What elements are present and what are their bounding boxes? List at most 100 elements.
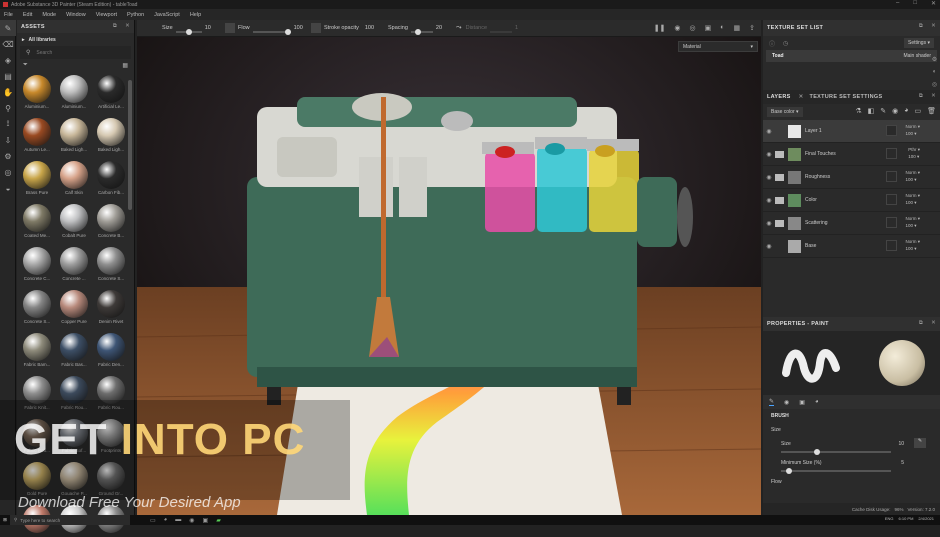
bake-icon[interactable]: ⇩: [0, 132, 16, 148]
share-icon[interactable]: ⇪: [749, 24, 755, 32]
add-smart-material-icon[interactable]: ◕: [904, 107, 908, 115]
start-icon[interactable]: ⊞: [0, 517, 10, 523]
asset-tile[interactable]: Fabric Den...: [94, 333, 128, 367]
visibility-eye-icon[interactable]: ◉: [763, 220, 775, 227]
view-mode-icon[interactable]: ▦: [734, 24, 741, 32]
dock-shader-icon[interactable]: ◎: [932, 81, 937, 88]
pen-pressure-icon[interactable]: ✎: [914, 438, 926, 448]
camera-icon[interactable]: ◉: [674, 24, 680, 32]
asset-tile[interactable]: Baked Ligh...: [57, 118, 91, 152]
blend-mode[interactable]: Norm ▾ 100 ▾: [905, 192, 920, 206]
projection-icon[interactable]: ◈: [0, 52, 16, 68]
menu-help[interactable]: Help: [190, 12, 201, 18]
panel-close-icon[interactable]: ✕: [931, 23, 936, 30]
eraser-icon[interactable]: ⌫: [0, 36, 16, 52]
menu-mode[interactable]: Mode: [42, 12, 56, 18]
viewport-mode-select[interactable]: Material ▾: [678, 41, 758, 52]
menu-python[interactable]: Python: [127, 12, 144, 18]
asset-tile[interactable]: Carbon Fib...: [94, 161, 128, 195]
particles-tab-icon[interactable]: ◕: [815, 399, 819, 405]
chrome-icon[interactable]: ◉: [189, 517, 194, 524]
library-scope[interactable]: ▸ All libraries: [17, 33, 134, 46]
layer-mask-slot[interactable]: [886, 240, 897, 251]
asset-tile[interactable]: Concrete S...: [20, 290, 54, 324]
display-icon[interactable]: ◎: [0, 164, 16, 180]
layer-row[interactable]: ◉ Base Norm ▾ 100 ▾: [763, 235, 940, 258]
menu-javascript[interactable]: JavaScript: [154, 12, 180, 18]
close-button[interactable]: ✕: [931, 0, 936, 7]
dock-settings-icon[interactable]: ⚙: [932, 56, 937, 63]
iray-icon[interactable]: ◎: [690, 24, 696, 32]
blend-mode[interactable]: Norm ▾ 100 ▾: [905, 215, 920, 229]
texture-set-row[interactable]: Toad Main shader: [766, 50, 937, 62]
distance-slider[interactable]: [490, 31, 513, 33]
panel-pop-out-icon[interactable]: ⧉: [919, 23, 923, 30]
dock-display-icon[interactable]: ◐: [933, 69, 937, 75]
asset-tile[interactable]: Aluminium...: [57, 75, 91, 109]
opacity-value[interactable]: 100: [908, 154, 916, 159]
taskbar-search[interactable]: ⚲ Type here to search: [10, 515, 130, 525]
blend-mode[interactable]: Norm ▾ 100 ▾: [905, 123, 920, 137]
opacity-value[interactable]: 100: [905, 200, 913, 205]
pressure-toggle-icon[interactable]: [225, 23, 235, 33]
layer-row[interactable]: ◉ Roughness Norm ▾ 100 ▾: [763, 166, 940, 189]
asset-tile[interactable]: Autumn Le...: [20, 118, 54, 152]
layer-name[interactable]: Scattering: [805, 220, 828, 226]
opacity-value[interactable]: 100: [905, 131, 913, 136]
clock-date[interactable]: 2/4/2021: [918, 516, 934, 521]
material-tab-icon[interactable]: ◉: [784, 399, 789, 406]
history-icon[interactable]: ◷: [783, 40, 788, 47]
substance-painter-taskbar-icon[interactable]: ▰: [216, 517, 221, 524]
pressure-toggle-icon[interactable]: [311, 23, 321, 33]
lazy-mouse-icon[interactable]: ⤳: [456, 24, 462, 32]
blend-mode[interactable]: Pthr ▾ 100 ▾: [908, 146, 920, 160]
asset-tile[interactable]: Coated Me...: [20, 204, 54, 238]
smudge-icon[interactable]: ✋: [0, 84, 16, 100]
asset-tile[interactable]: Cobalt Pure: [57, 204, 91, 238]
layer-name[interactable]: Layer 1: [805, 128, 822, 134]
language-indicator[interactable]: ENG: [885, 516, 894, 521]
display-settings-icon[interactable]: ◐: [720, 24, 724, 32]
menu-window[interactable]: Window: [66, 12, 86, 18]
visibility-eye-icon[interactable]: ◉: [763, 128, 775, 135]
task-view-icon[interactable]: ▭: [150, 517, 156, 524]
visibility-eye-icon[interactable]: ◉: [763, 197, 775, 204]
maximize-button[interactable]: □: [913, 0, 917, 7]
asset-tile[interactable]: Aluminium...: [20, 75, 54, 109]
layer-name[interactable]: Base: [805, 243, 816, 249]
layer-mask-slot[interactable]: [886, 217, 897, 228]
opacity-value[interactable]: 100: [905, 177, 913, 182]
edge-icon[interactable]: ◕: [164, 517, 168, 524]
menu-edit[interactable]: Edit: [23, 12, 32, 18]
brush-stroke-preview[interactable]: [778, 338, 848, 388]
shader-icon[interactable]: ◒: [0, 180, 16, 196]
assets-scrollbar[interactable]: [128, 80, 132, 210]
layer-row[interactable]: ◉ Scattering Norm ▾ 100 ▾: [763, 212, 940, 235]
add-fill-layer-icon[interactable]: ◉: [892, 107, 898, 115]
tab-close-icon[interactable]: ✕: [799, 94, 804, 100]
panel-close-icon[interactable]: ✕: [125, 23, 130, 30]
panel-pop-out-icon[interactable]: ⧉: [113, 23, 117, 30]
material-preview-sphere[interactable]: [878, 340, 925, 386]
visibility-eye-icon[interactable]: ◉: [763, 151, 775, 158]
layer-mask-slot[interactable]: [886, 148, 897, 159]
material-picker-icon[interactable]: ⟟: [0, 116, 16, 132]
blend-mode[interactable]: Norm ▾ 100 ▾: [905, 169, 920, 183]
asset-tile[interactable]: Copper Pure: [57, 290, 91, 324]
add-effect-icon[interactable]: ⚗: [855, 107, 861, 115]
layer-name[interactable]: Roughness: [805, 174, 830, 180]
clock-time[interactable]: 6:10 PM: [899, 516, 914, 521]
opacity-value[interactable]: 100: [905, 246, 913, 251]
stencil-tab-icon[interactable]: ▣: [799, 399, 805, 406]
layer-name[interactable]: Color: [805, 197, 817, 203]
grid-view-icon[interactable]: ▦: [122, 62, 128, 69]
assets-search[interactable]: ⚲ Search: [20, 46, 131, 59]
menu-file[interactable]: File: [4, 12, 13, 18]
settings-icon[interactable]: ⚙: [0, 148, 16, 164]
visibility-eye-icon[interactable]: ◉: [763, 174, 775, 181]
opacity-value[interactable]: 100: [905, 223, 913, 228]
filter-icon[interactable]: ⏷: [23, 62, 28, 69]
tab-layers[interactable]: LAYERS: [767, 94, 799, 100]
screenshot-icon[interactable]: ▣: [705, 24, 712, 32]
asset-tile[interactable]: Artificial Le...: [94, 75, 128, 109]
